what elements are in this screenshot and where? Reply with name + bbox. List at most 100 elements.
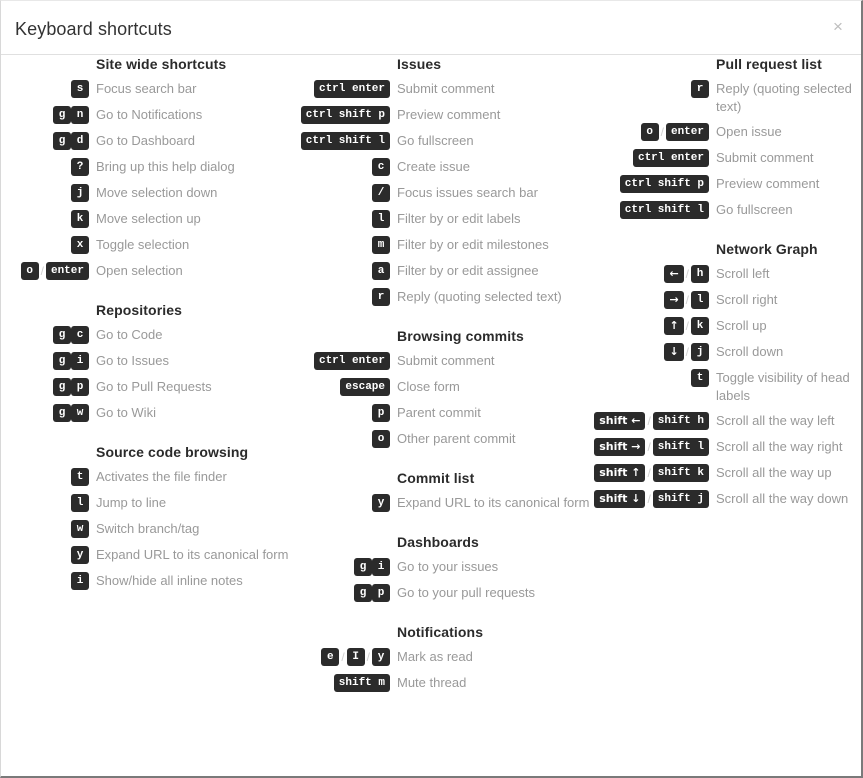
- shortcut-row: s Focus search bar: [1, 79, 291, 99]
- shortcut-keys: gp: [1, 377, 89, 396]
- shortcut-keys: l: [281, 209, 390, 228]
- key-cap: shift →: [594, 438, 646, 456]
- key-cap: g: [53, 378, 71, 396]
- key-cap: shift m: [333, 674, 390, 692]
- shortcut-description: Mark as read: [397, 649, 473, 664]
- shortcut-keys: ctrl shift l: [571, 200, 709, 219]
- shortcut-description: Jump to line: [96, 495, 167, 510]
- shortcut-row: o Other parent commit: [281, 429, 601, 449]
- shortcut-row: escape Close form: [281, 377, 601, 397]
- shortcut-keys: r: [281, 287, 390, 306]
- shortcut-section: Pull request list r Reply (quoting selecte…: [571, 55, 861, 220]
- shortcut-row: shift ↓ / shift j Scroll all the way down: [571, 489, 861, 509]
- shortcut-keys: o: [281, 429, 390, 448]
- key-cap: l: [691, 291, 709, 309]
- key-separator: /: [685, 293, 689, 307]
- shortcut-keys: m: [281, 235, 390, 254]
- key-cap: shift k: [652, 464, 709, 482]
- shortcut-description: Focus search bar: [96, 81, 197, 96]
- shortcut-keys: c: [281, 157, 390, 176]
- key-cap: o: [372, 430, 390, 448]
- key-cap: g: [354, 584, 372, 602]
- shortcut-row: g p Go to your pull requests: [281, 583, 601, 603]
- shortcut-row: l Jump to line: [1, 493, 291, 513]
- key-cap: d: [71, 132, 89, 150]
- key-cap: ←: [664, 265, 684, 283]
- shortcut-row: g i Go to your issues: [281, 557, 601, 577]
- shortcut-description: Go to your issues: [397, 559, 499, 574]
- key-cap: r: [372, 288, 390, 306]
- shortcut-row: g p Go to Pull Requests: [1, 377, 291, 397]
- shortcut-keys: y: [1, 545, 89, 564]
- key-cap: o: [20, 262, 39, 280]
- shortcut-row: t Activates the file finder: [1, 467, 291, 487]
- shortcut-row: y Expand URL to its canonical form: [281, 493, 601, 513]
- shortcut-keys: ctrl enter: [281, 79, 390, 98]
- shortcut-description: Submit comment: [716, 150, 814, 165]
- key-cap: shift l: [652, 438, 709, 456]
- shortcut-description: Submit comment: [397, 81, 495, 96]
- shortcut-description: Reply (quoting selected text): [397, 289, 562, 304]
- shortcut-keys: t: [571, 368, 709, 387]
- shortcut-description: Scroll up: [716, 318, 767, 333]
- shortcut-row: g c Go to Code: [1, 325, 291, 345]
- shortcut-row: e / I / y Mark as read: [281, 647, 601, 667]
- shortcut-description: Preview comment: [397, 107, 501, 122]
- shortcut-description: Toggle selection: [96, 237, 190, 252]
- key-cap: s: [71, 80, 89, 98]
- shortcut-description: Focus issues search bar: [397, 185, 538, 200]
- shortcut-keys: ctrl shift p: [571, 174, 709, 193]
- section-heading: Dashboards: [397, 534, 479, 550]
- shortcut-section: Repositories g c Go to Code g i Go to Issues g p…: [1, 301, 291, 423]
- shortcut-keys: gi: [1, 351, 89, 370]
- shortcut-columns: Site wide shortcuts s Focus search bar g n Go…: [1, 55, 861, 777]
- key-cap: p: [372, 404, 390, 422]
- shortcut-description: Go to Wiki: [96, 405, 156, 420]
- shortcut-keys: y: [281, 493, 390, 512]
- shortcut-row: shift m Mute thread: [281, 673, 601, 693]
- close-icon[interactable]: ×: [829, 18, 847, 36]
- key-separator: /: [647, 440, 651, 454]
- shortcut-description: Go to Pull Requests: [96, 379, 212, 394]
- shortcut-keys: r: [571, 79, 709, 98]
- key-cap: g: [53, 326, 71, 344]
- shortcut-row: g i Go to Issues: [1, 351, 291, 371]
- shortcut-keys: ↓ / j: [571, 342, 709, 361]
- shortcut-row: ? Bring up this help dialog: [1, 157, 291, 177]
- shortcut-keys: gd: [1, 131, 89, 150]
- shortcut-row: j Move selection down: [1, 183, 291, 203]
- shortcut-row: → / l Scroll right: [571, 290, 861, 310]
- shortcut-section: Notifications e / I / y Mark as read shift m Mut…: [281, 623, 601, 693]
- key-cap: g: [354, 558, 372, 576]
- key-cap: o: [640, 123, 659, 141]
- key-cap: i: [372, 558, 390, 576]
- shortcut-row: ctrl shift p Preview comment: [571, 174, 861, 194]
- shortcut-description: Go to Issues: [96, 353, 169, 368]
- shortcut-description: Submit comment: [397, 353, 495, 368]
- shortcut-keys: gw: [1, 403, 89, 422]
- shortcut-description: Filter by or edit labels: [397, 211, 521, 226]
- shortcut-description: Reply (quoting selected text): [716, 81, 852, 114]
- key-cap: ctrl enter: [313, 352, 390, 370]
- key-cap: enter: [45, 262, 89, 280]
- key-cap: g: [53, 404, 71, 422]
- shortcut-row: r Reply (quoting selected text): [571, 79, 861, 116]
- key-cap: a: [372, 262, 390, 280]
- shortcut-keys: shift ↑ / shift k: [571, 463, 709, 482]
- key-separator: /: [40, 264, 44, 278]
- key-cap: ↓: [664, 343, 684, 361]
- shortcut-keys: l: [1, 493, 89, 512]
- shortcut-keys: e / I / y: [281, 647, 390, 666]
- shortcut-description: Switch branch/tag: [96, 521, 200, 536]
- shortcut-keys: shift ↓ / shift j: [571, 489, 709, 508]
- column-1: Site wide shortcuts s Focus search bar g n Go…: [1, 55, 291, 611]
- shortcut-keys: p: [281, 403, 390, 422]
- key-cap: enter: [665, 123, 709, 141]
- shortcut-row: ctrl shift l Go fullscreen: [571, 200, 861, 220]
- key-separator: /: [685, 267, 689, 281]
- shortcut-row: g w Go to Wiki: [1, 403, 291, 423]
- key-cap: y: [71, 546, 89, 564]
- key-cap: c: [372, 158, 390, 176]
- shortcut-description: Go fullscreen: [397, 133, 474, 148]
- shortcut-section: Commit list y Expand URL to its canonical …: [281, 469, 601, 513]
